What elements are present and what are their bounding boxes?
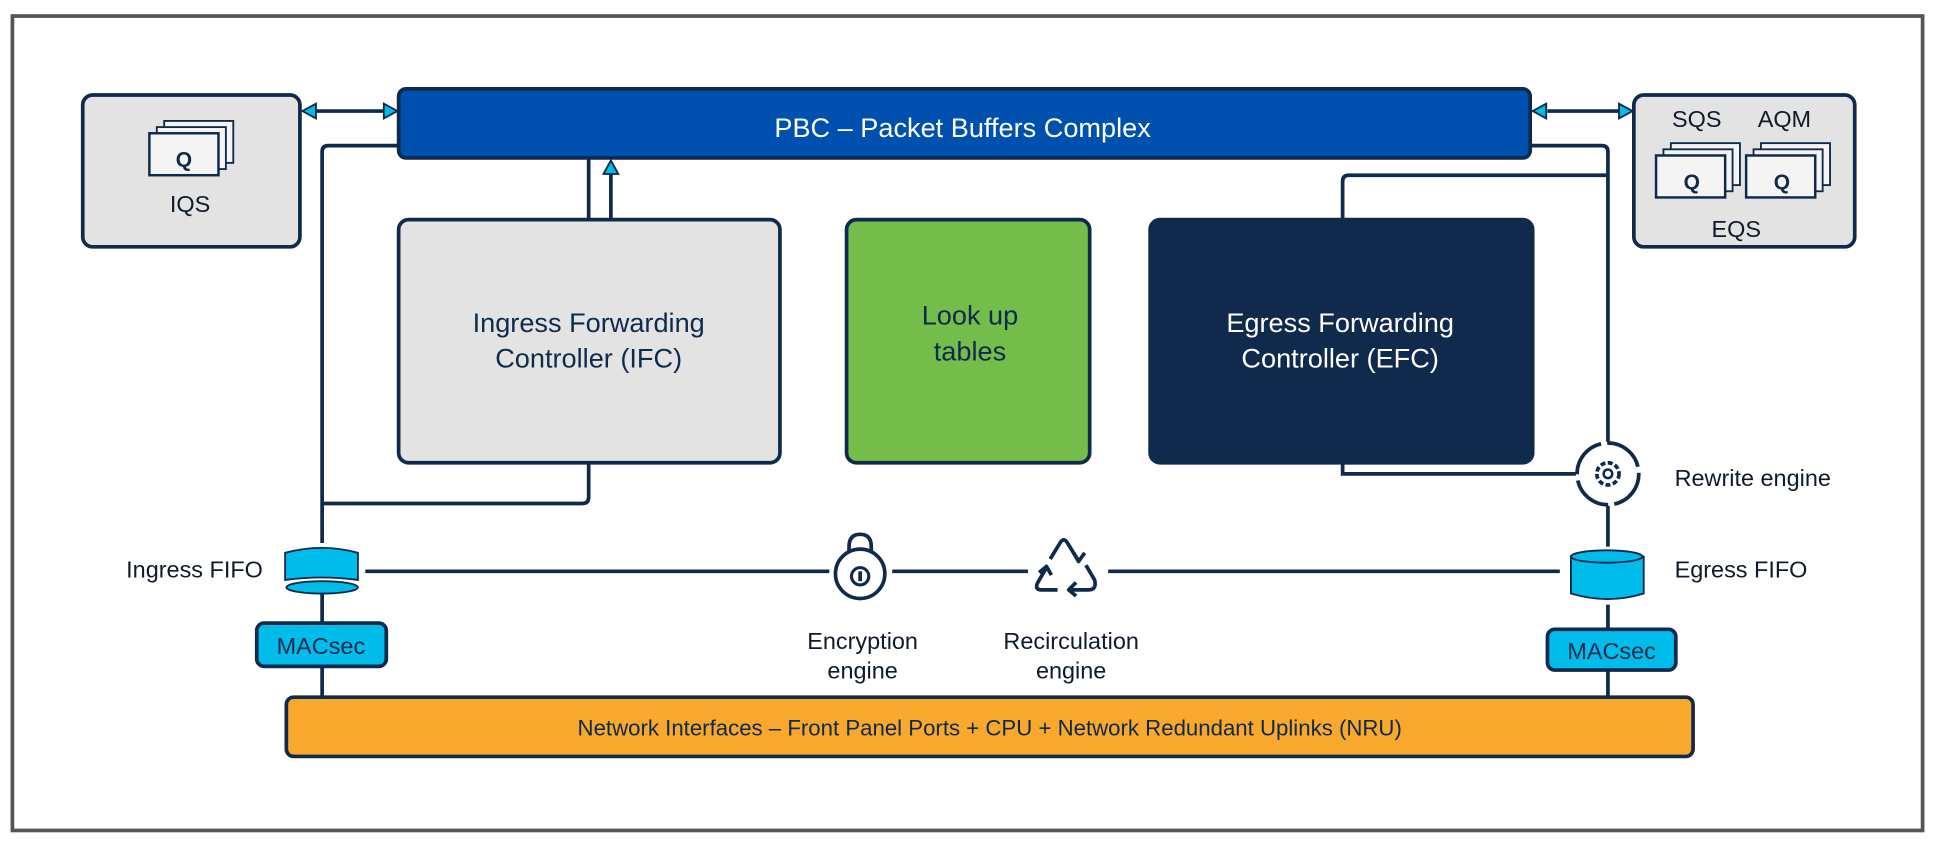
efc-label-line2: Controller (EFC) [1241,343,1438,374]
ingress-fifo: Ingress FIFO [126,547,359,595]
efc-block: Egress Forwarding Controller (EFC) [1148,217,1535,465]
lookup-label-line1: Look up [922,300,1019,331]
network-interfaces-bar: Network Interfaces – Front Panel Ports +… [284,695,1695,759]
eqs-label: EQS [1712,216,1762,242]
ifc-label-line2: Controller (IFC) [495,343,682,374]
lookup-tables-block: Look up tables [844,217,1092,465]
eqs-box: SQS AQM Q Q EQS [1631,93,1857,249]
iqs-queue-label: Q [176,149,192,172]
eqs-queue-1: Q [1684,171,1700,194]
aqm-label: AQM [1758,106,1811,132]
eqs-queue-2: Q [1774,171,1790,194]
lookup-label-line2: tables [934,335,1006,366]
rewrite-engine: Rewrite engine [1575,441,1831,507]
egress-fifo: Egress FIFO [1569,549,1808,600]
diagram: Q IQS PBC – Packet Buffers Complex SQS A… [10,14,1925,833]
iqs-box: Q IQS [80,93,302,249]
macsec-left: MACsec [254,621,389,669]
recirculation-label-line1: Recirculation [1003,628,1138,654]
ifc-block: Ingress Forwarding Controller (IFC) [396,217,782,465]
encryption-label-line1: Encryption [807,628,918,654]
sqs-label: SQS [1672,106,1722,132]
network-interfaces-label: Network Interfaces – Front Panel Ports +… [578,715,1402,740]
macsec-left-label: MACsec [277,633,366,659]
pbc-label: PBC – Packet Buffers Complex [774,112,1151,143]
egress-fifo-label: Egress FIFO [1675,557,1808,583]
ifc-label-line1: Ingress Forwarding [473,307,705,338]
recirculation-label-line2: engine [1036,658,1106,684]
macsec-right-label: MACsec [1567,638,1656,664]
encryption-engine: Encryption engine [807,532,918,684]
lock-icon [833,532,887,601]
pbc-block: PBC – Packet Buffers Complex [396,86,1533,160]
macsec-right: MACsec [1545,627,1678,672]
recycle-icon [1034,538,1097,598]
efc-label-line1: Egress Forwarding [1226,307,1454,338]
ingress-fifo-label: Ingress FIFO [126,557,263,583]
iqs-label: IQS [170,191,210,217]
rewrite-engine-label: Rewrite engine [1675,465,1831,491]
encryption-label-line2: engine [827,658,897,684]
recirculation-engine: Recirculation engine [1003,538,1139,684]
